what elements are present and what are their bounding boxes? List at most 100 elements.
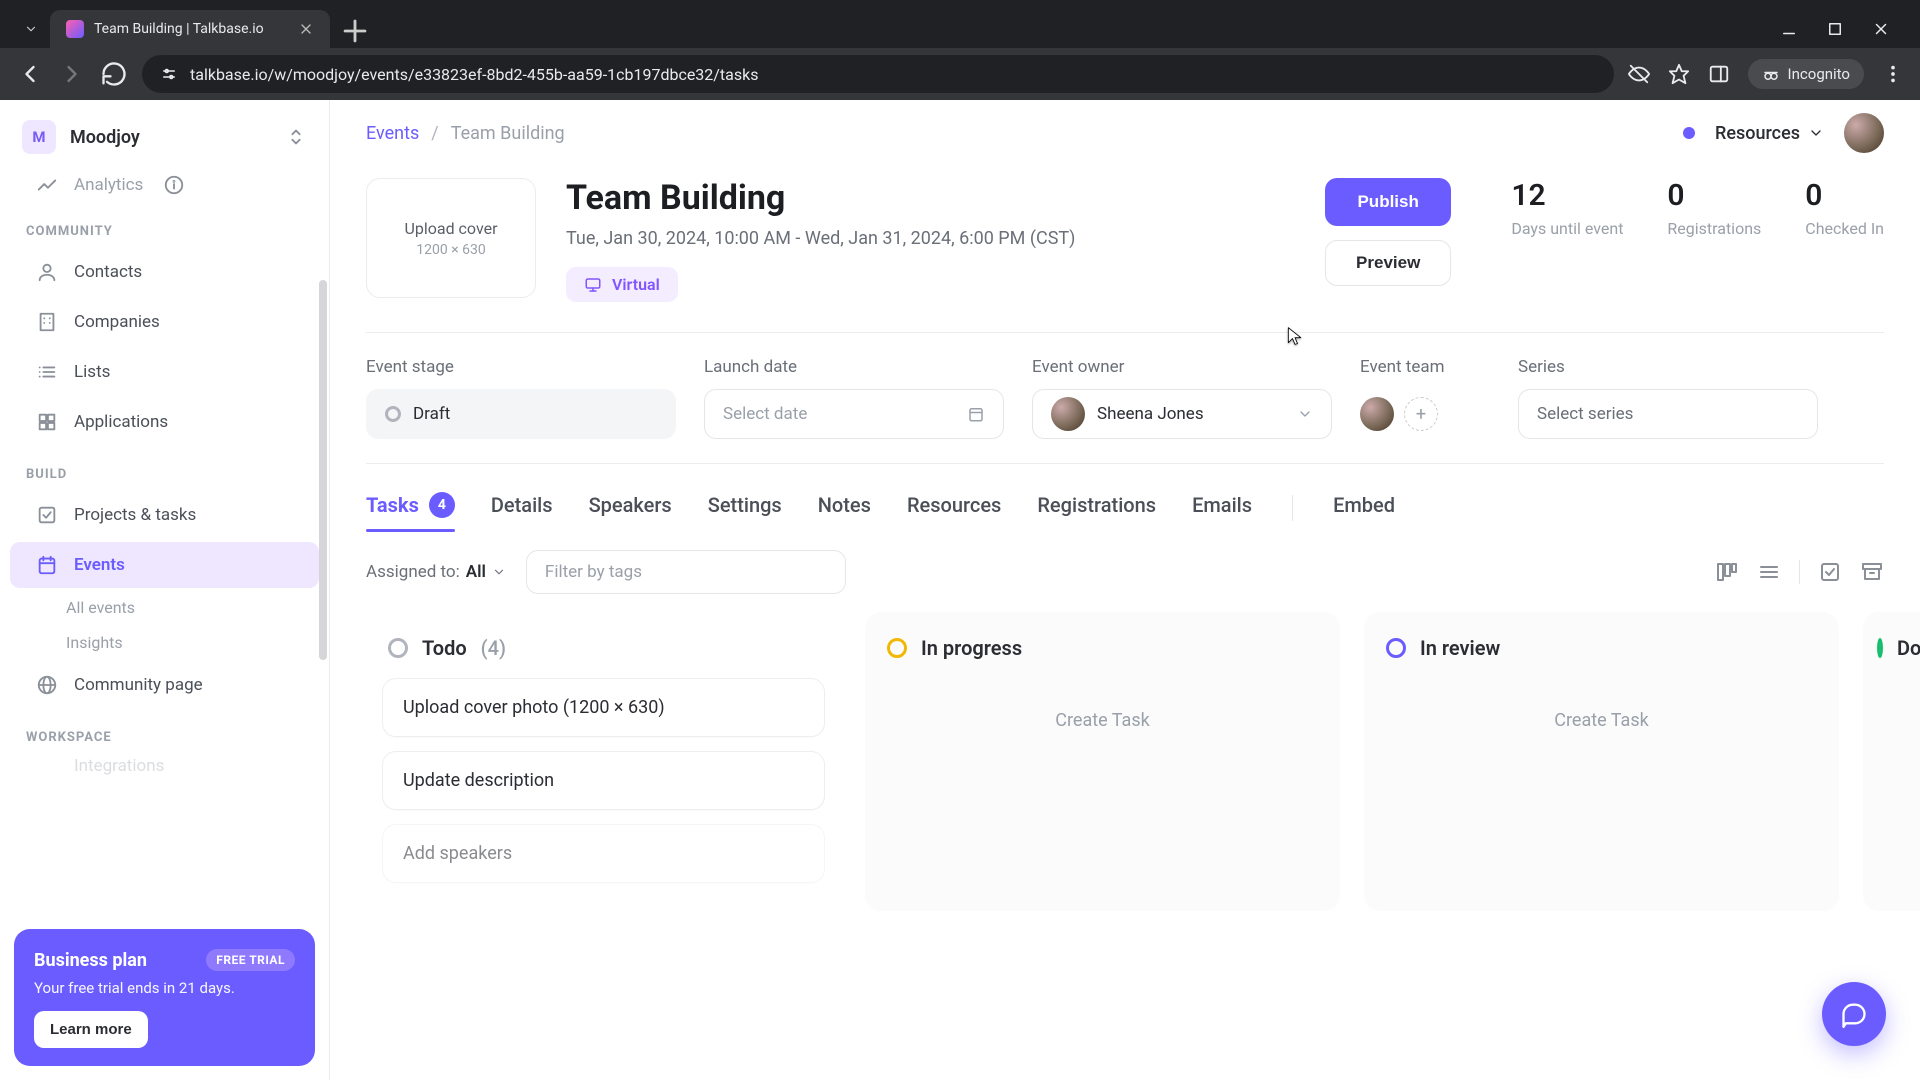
kanban-column-in-progress: In progress Create Task xyxy=(865,612,1340,911)
task-card[interactable]: Add speakers xyxy=(382,824,825,883)
promo-badge: FREE TRIAL xyxy=(206,949,295,971)
sidebar-item-contacts[interactable]: Contacts xyxy=(10,249,319,295)
sidebar-section-community: COMMUNITY xyxy=(0,204,329,247)
add-team-member-button[interactable]: + xyxy=(1404,397,1438,431)
preview-button[interactable]: Preview xyxy=(1325,240,1451,286)
address-bar[interactable]: talkbase.io/w/moodjoy/events/e33823ef-8b… xyxy=(142,55,1614,93)
column-title: In review xyxy=(1420,636,1500,660)
promo-title: Business plan xyxy=(34,950,147,971)
series-placeholder: Select series xyxy=(1537,404,1633,424)
tab-count-badge: 4 xyxy=(429,492,455,518)
stat-label: Checked In xyxy=(1805,219,1884,238)
view-kanban-icon[interactable] xyxy=(1715,560,1739,584)
sidebar-item-events[interactable]: Events xyxy=(10,542,319,588)
sidebar-item-lists[interactable]: Lists xyxy=(10,349,319,395)
sidebar-item-companies[interactable]: Companies xyxy=(10,299,319,345)
chat-fab-button[interactable] xyxy=(1822,982,1886,1046)
view-archive-icon[interactable] xyxy=(1860,560,1884,584)
nav-forward-icon[interactable] xyxy=(58,60,86,88)
tab-embed[interactable]: Embed xyxy=(1333,487,1395,529)
owner-avatar xyxy=(1051,397,1085,431)
user-avatar[interactable] xyxy=(1844,113,1884,153)
stat-value: 12 xyxy=(1511,178,1623,213)
sidebar-item-projects[interactable]: Projects & tasks xyxy=(10,492,319,538)
window-minimize-icon[interactable] xyxy=(1780,20,1798,38)
series-label: Series xyxy=(1518,357,1818,377)
favicon-icon xyxy=(66,20,84,38)
event-title: Team Building xyxy=(566,178,1295,218)
browser-toolbar: talkbase.io/w/moodjoy/events/e33823ef-8b… xyxy=(0,48,1920,100)
tab-search-icon[interactable] xyxy=(12,10,50,48)
nav-reload-icon[interactable] xyxy=(100,60,128,88)
assigned-value: All xyxy=(466,562,486,582)
sidepanel-icon[interactable] xyxy=(1708,63,1730,85)
stat-checked-in: 0 Checked In xyxy=(1805,178,1884,238)
stage-select[interactable]: Draft xyxy=(366,389,676,439)
promo-subtitle: Your free trial ends in 21 days. xyxy=(34,979,295,997)
window-maximize-icon[interactable] xyxy=(1826,20,1844,38)
upload-cover-button[interactable]: Upload cover 1200 × 630 xyxy=(366,178,536,298)
sidebar-item-integrations[interactable]: Integrations xyxy=(10,755,319,783)
sidebar: M Moodjoy Analytics COMMUNITY Contacts C… xyxy=(0,100,330,1080)
bookmark-star-icon[interactable] xyxy=(1668,63,1690,85)
kanban-board: Todo (4) Upload cover photo (1200 × 630)… xyxy=(366,612,1884,911)
publish-button[interactable]: Publish xyxy=(1325,178,1451,226)
workspace-switcher[interactable]: M Moodjoy xyxy=(0,100,329,172)
sidebar-item-community-page[interactable]: Community page xyxy=(10,662,319,708)
stat-value: 0 xyxy=(1805,178,1884,213)
tag-filter-input[interactable]: Filter by tags xyxy=(526,550,846,594)
browser-menu-icon[interactable] xyxy=(1882,63,1904,85)
tab-details[interactable]: Details xyxy=(491,487,553,529)
task-card[interactable]: Upload cover photo (1200 × 630) xyxy=(382,678,825,737)
tab-close-icon[interactable] xyxy=(298,21,314,37)
sidebar-scrollbar[interactable] xyxy=(319,280,327,660)
new-tab-button[interactable] xyxy=(338,14,372,48)
owner-select[interactable]: Sheena Jones xyxy=(1032,389,1332,439)
sidebar-item-analytics[interactable]: Analytics xyxy=(10,174,319,202)
sidebar-label: Companies xyxy=(74,312,160,332)
sidebar-section-build: BUILD xyxy=(0,447,329,490)
tab-notes[interactable]: Notes xyxy=(818,487,871,529)
nav-back-icon[interactable] xyxy=(16,60,44,88)
chevron-down-icon xyxy=(1297,406,1313,422)
create-task-button[interactable]: Create Task xyxy=(865,678,1340,763)
virtual-chip[interactable]: Virtual xyxy=(566,267,678,302)
calendar-icon xyxy=(967,405,985,423)
kanban-column-todo: Todo (4) Upload cover photo (1200 × 630)… xyxy=(366,612,841,911)
tab-speakers[interactable]: Speakers xyxy=(589,487,672,529)
window-close-icon[interactable] xyxy=(1872,20,1890,38)
promo-learn-more-button[interactable]: Learn more xyxy=(34,1011,148,1048)
incognito-chip[interactable]: Incognito xyxy=(1748,59,1864,89)
tab-settings[interactable]: Settings xyxy=(708,487,782,529)
sidebar-item-applications[interactable]: Applications xyxy=(10,399,319,445)
launch-date-input[interactable]: Select date xyxy=(704,389,1004,439)
column-title: In progress xyxy=(921,636,1022,660)
eye-off-icon[interactable] xyxy=(1628,63,1650,85)
task-card[interactable]: Update description xyxy=(382,751,825,810)
owner-value: Sheena Jones xyxy=(1097,404,1204,424)
tab-tasks[interactable]: Tasks4 xyxy=(366,486,455,530)
breadcrumb: Events / Team Building xyxy=(366,123,565,144)
team-member-avatar[interactable] xyxy=(1360,397,1394,431)
site-settings-icon[interactable] xyxy=(160,65,178,83)
breadcrumb-root[interactable]: Events xyxy=(366,123,419,144)
tab-registrations[interactable]: Registrations xyxy=(1037,487,1156,529)
tag-filter-placeholder: Filter by tags xyxy=(545,562,642,582)
assigned-filter[interactable]: Assigned to: All xyxy=(366,562,506,582)
create-task-button[interactable]: Create Task xyxy=(1364,678,1839,763)
sidebar-label: Projects & tasks xyxy=(74,505,196,525)
resources-menu[interactable]: Resources xyxy=(1715,123,1824,144)
browser-tab[interactable]: Team Building | Talkbase.io xyxy=(50,10,330,48)
series-select[interactable]: Select series xyxy=(1518,389,1818,439)
chevron-up-down-icon[interactable] xyxy=(285,126,307,148)
launch-label: Launch date xyxy=(704,357,1004,377)
stage-value: Draft xyxy=(413,404,450,424)
stage-label: Event stage xyxy=(366,357,676,377)
event-tabs: Tasks4 Details Speakers Settings Notes R… xyxy=(366,464,1884,538)
tab-emails[interactable]: Emails xyxy=(1192,487,1252,529)
tab-resources[interactable]: Resources xyxy=(907,487,1001,529)
sidebar-subitem-insights[interactable]: Insights xyxy=(0,625,329,660)
sidebar-subitem-all-events[interactable]: All events xyxy=(0,590,329,625)
view-checklist-icon[interactable] xyxy=(1818,560,1842,584)
view-list-icon[interactable] xyxy=(1757,560,1781,584)
